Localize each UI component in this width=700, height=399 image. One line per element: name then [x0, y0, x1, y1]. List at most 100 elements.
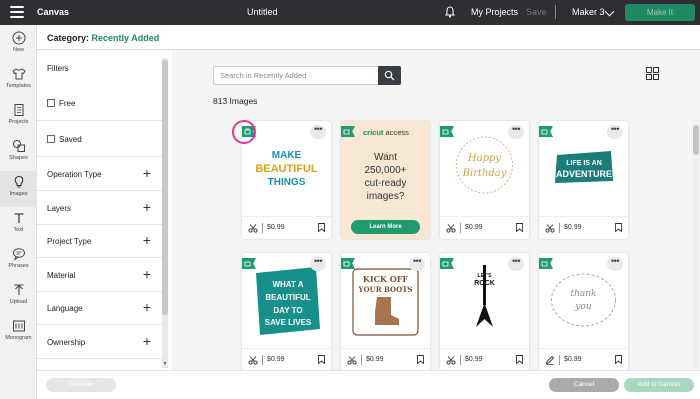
art-text: YOUR BOOTS — [358, 285, 413, 294]
image-card[interactable]: LET'S ROCK ••• $0.99 — [440, 253, 529, 370]
category-heading: Category: Recently Added — [47, 33, 159, 43]
price: $0.99 — [564, 356, 582, 363]
price: $0.99 — [267, 356, 285, 363]
more-options-button[interactable]: ••• — [607, 125, 623, 139]
search-icon — [384, 70, 395, 81]
more-options-button[interactable]: ••• — [508, 257, 524, 271]
bookmark-icon[interactable] — [516, 355, 523, 364]
cancel-button[interactable]: Cancel — [549, 378, 619, 392]
art-text: MAKE — [272, 150, 302, 161]
divider — [559, 223, 560, 233]
rail-item-new[interactable]: New — [0, 27, 37, 63]
rail-item-templates[interactable]: Templates — [0, 63, 37, 99]
bookmark-icon[interactable] — [615, 355, 622, 364]
bottom-action-bar: Remove Cancel Add to Canvas — [37, 370, 700, 399]
add-to-canvas-button[interactable]: Add to Canvas — [624, 378, 694, 392]
search-bar — [213, 66, 401, 85]
image-card[interactable]: thank you ••• $0.99 — [539, 253, 628, 370]
image-card[interactable]: LIFE IS AN ADVENTURE ••• $0.99 — [539, 121, 628, 239]
chevron-down-icon[interactable] — [604, 6, 615, 17]
filter-free[interactable]: Free — [37, 87, 163, 121]
filter-label: Language — [47, 304, 83, 313]
bell-icon[interactable] — [444, 6, 456, 18]
save-button[interactable]: Save — [526, 7, 547, 17]
document-title[interactable]: Untitled — [247, 7, 278, 17]
plus-icon[interactable]: + — [143, 267, 151, 281]
card-footer: $0.99 — [242, 348, 331, 370]
art-text: thank — [570, 289, 596, 299]
filter-label: Material — [47, 271, 76, 280]
more-options-button[interactable]: ••• — [310, 125, 326, 139]
plus-icon[interactable]: + — [143, 300, 151, 314]
rail-label: New — [12, 47, 24, 53]
learn-more-button[interactable]: Learn More — [351, 220, 420, 234]
rail-item-images[interactable]: Images — [0, 171, 37, 207]
filter-label: Free — [59, 99, 76, 108]
price: $0.99 — [366, 356, 384, 363]
ad-brand-sub: access — [385, 128, 409, 137]
text-icon — [14, 213, 23, 223]
filter-material[interactable]: Material + — [37, 258, 163, 292]
bookmark-icon[interactable] — [615, 223, 622, 232]
more-options-button[interactable]: ••• — [607, 257, 623, 271]
bookmark-icon[interactable] — [318, 223, 325, 232]
bookmark-icon[interactable] — [516, 223, 523, 232]
category-label: Category: — [47, 33, 90, 43]
art-text: DAY TO — [273, 306, 302, 315]
cut-icon — [248, 356, 258, 365]
plus-icon[interactable]: + — [143, 334, 151, 348]
my-projects-link[interactable]: My Projects — [471, 7, 518, 17]
ad-line: cut-ready — [364, 178, 407, 189]
cricut-access-ad[interactable]: cricut access Want 250,000+ cut-ready im… — [341, 121, 430, 239]
image-card[interactable]: Happy Birthday ••• $0.99 — [440, 121, 529, 239]
scroll-down-icon[interactable]: ▼ — [162, 361, 168, 367]
filter-project-type[interactable]: Project Type + — [37, 224, 163, 258]
ad-line: 250,000+ — [364, 165, 407, 176]
grid-view-icon[interactable] — [646, 67, 659, 80]
rail-item-monogram[interactable]: Monogram — [0, 315, 37, 351]
menu-icon[interactable] — [10, 6, 24, 18]
filter-saved[interactable]: Saved — [37, 123, 163, 157]
scrollbar-thumb[interactable] — [162, 60, 168, 315]
card-footer: $0.99 — [539, 216, 628, 239]
more-options-button[interactable]: ••• — [508, 125, 524, 139]
search-input[interactable] — [213, 66, 378, 85]
remove-button[interactable]: Remove — [46, 378, 116, 392]
image-card[interactable]: MAKE BEAUTIFUL THINGS ••• $0.99 — [242, 121, 331, 239]
filter-operation-type[interactable]: Operation Type + — [37, 157, 163, 191]
image-card[interactable]: KICK OFF YOUR BOOTS ••• $0.99 — [341, 253, 430, 370]
bookmark-icon[interactable] — [417, 355, 424, 364]
top-bar: Canvas Untitled My Projects Save Maker 3… — [0, 0, 700, 25]
make-it-button[interactable]: Make It — [625, 4, 695, 21]
plus-icon[interactable]: + — [143, 200, 151, 214]
image-card[interactable]: WHAT A BEAUTIFUL DAY TO SAVE LIVES ••• $… — [242, 253, 331, 370]
rail-item-text[interactable]: Text — [0, 207, 37, 243]
more-options-button[interactable]: ••• — [310, 257, 326, 271]
filter-layers[interactable]: Layers + — [37, 191, 163, 225]
rail-item-upload[interactable]: Upload — [0, 279, 37, 315]
machine-selector[interactable]: Maker 3 — [572, 7, 605, 17]
upload-icon — [14, 284, 23, 295]
rail-label: Upload — [9, 299, 28, 305]
rail-item-phrases[interactable]: Phrases — [0, 243, 37, 279]
filters-title: Filters — [47, 64, 69, 73]
rail-item-projects[interactable]: Projects — [0, 99, 37, 135]
card-footer: $0.99 — [440, 348, 529, 370]
price: $0.99 — [465, 224, 483, 231]
rail-item-shapes[interactable]: Shapes — [0, 135, 37, 171]
more-options-button[interactable]: ••• — [409, 257, 425, 271]
content-scrollbar[interactable] — [693, 120, 699, 370]
saved-checkbox[interactable] — [47, 135, 55, 143]
price: $0.99 — [564, 224, 582, 231]
filter-ownership[interactable]: Ownership + — [37, 325, 163, 359]
app-title: Canvas — [37, 7, 70, 17]
ad-brand-main: cricut — [363, 128, 384, 137]
plus-icon[interactable]: + — [143, 166, 151, 180]
filters-scrollbar[interactable]: ▼ — [162, 58, 168, 368]
search-button[interactable] — [378, 66, 401, 85]
plus-icon[interactable]: + — [143, 233, 151, 247]
scrollbar-thumb[interactable] — [693, 125, 699, 155]
free-checkbox[interactable] — [47, 99, 55, 107]
bookmark-icon[interactable] — [318, 355, 325, 364]
filter-language[interactable]: Language + — [37, 291, 163, 325]
